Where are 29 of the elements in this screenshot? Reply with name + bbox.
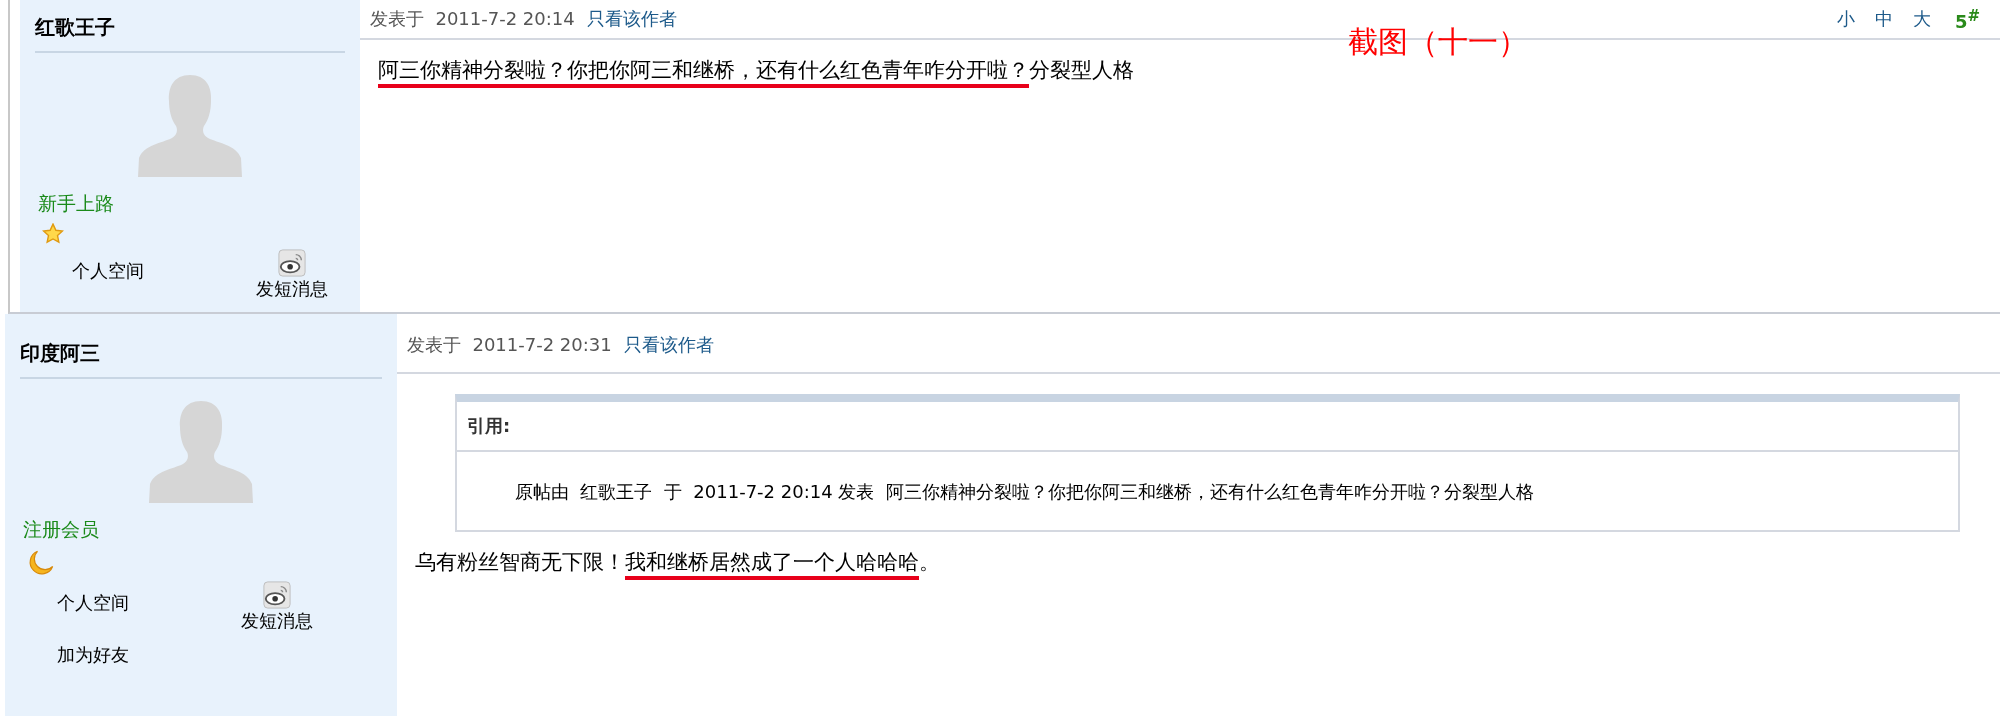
post-text: 。 (919, 550, 940, 574)
message-icon[interactable] (278, 249, 306, 277)
font-size-link[interactable]: 大 (1912, 7, 1931, 31)
add-friend-link[interactable]: 加为好友 (57, 643, 207, 667)
user-rank: 新手上路 (38, 191, 114, 216)
author-name: 红歌王子 (35, 14, 345, 53)
send-message-link[interactable]: 发短消息 (256, 277, 328, 301)
floor-number: 5$^{#}$ (1954, 6, 1980, 32)
personal-space-link[interactable]: 个人空间 (72, 259, 222, 283)
author-only-link[interactable]: 只看该作者 (586, 7, 677, 31)
quote-label: 引用: (457, 402, 1958, 452)
post-text: 我和继桥居然成了一个人哈哈哈 (625, 550, 919, 580)
author-only-link[interactable]: 只看该作者 (623, 333, 714, 357)
personal-space-link[interactable]: 个人空间 (57, 591, 207, 615)
star-icon (42, 223, 64, 245)
post-text: 乌有粉丝智商无下限！ (415, 550, 625, 574)
quote-text: 原帖由 红歌王子 于 2011-7-2 20:14 发表 阿三你精神分裂啦？你把你阿三和继桥，还有什么红色青年咋分开啦？分裂型人格 (514, 480, 1535, 504)
font-size-link[interactable]: 中 (1874, 7, 1893, 31)
user-rank: 注册会员 (23, 517, 99, 542)
screenshot-caption: 截图（十一） (1348, 23, 1528, 61)
message-icon[interactable] (263, 581, 291, 609)
post-time: 发表于 2011-7-2 20:31 (407, 333, 612, 357)
post-text: 阿三你精神分裂啦？你把你阿三和继桥，还有什么红色青年咋分开啦？ (378, 58, 1029, 88)
send-message-link[interactable]: 发短消息 (241, 609, 313, 633)
post-text: 分裂型人格 (1029, 58, 1134, 82)
author-name: 印度阿三 (20, 340, 382, 379)
font-size-link[interactable]: 小 (1836, 7, 1855, 31)
moon-icon (27, 549, 55, 577)
post-time: 发表于 2011-7-2 20:14 (370, 7, 575, 31)
